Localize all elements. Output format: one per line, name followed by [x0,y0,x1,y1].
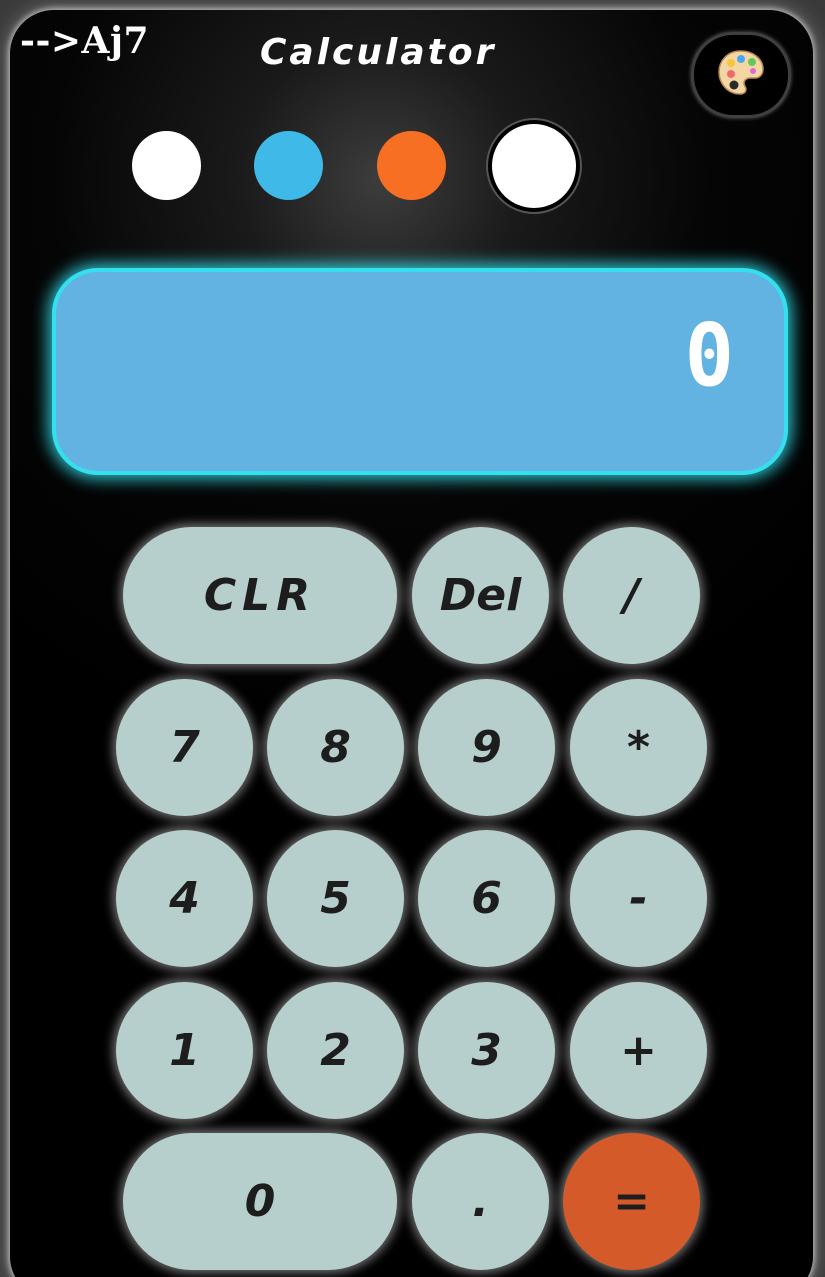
digit-0-label: 0 [244,1176,276,1227]
clear-button-label: CLR [203,570,317,621]
subtract-button[interactable]: - [570,830,707,967]
divide-button[interactable]: / [563,527,700,664]
app-title: Calculator [260,32,497,73]
decimal-button-label: . [472,1176,489,1227]
digit-3-label: 3 [471,1025,502,1076]
calculator-frame: -->Aj7 Calculator 0 CLR Del / 7 8 9 * 4 … [10,10,813,1277]
digit-8-label: 8 [320,722,351,773]
brand-text: -->Aj7 [20,20,150,62]
digit-3-button[interactable]: 3 [418,982,555,1119]
theme-swatch-blue[interactable] [254,131,323,200]
digit-5-label: 5 [320,873,351,924]
digit-0-button[interactable]: 0 [123,1133,397,1270]
theme-swatch-white[interactable] [132,131,201,200]
digit-1-label: 1 [169,1025,200,1076]
delete-button-label: Del [439,570,522,621]
divide-button-label: / [623,570,640,621]
digit-2-button[interactable]: 2 [267,982,404,1119]
palette-icon [715,47,767,103]
digit-2-label: 2 [320,1025,351,1076]
digit-9-label: 9 [471,722,502,773]
equals-button[interactable]: = [563,1133,700,1270]
subtract-button-label: - [629,873,648,924]
digit-7-button[interactable]: 7 [116,679,253,816]
digit-4-button[interactable]: 4 [116,830,253,967]
delete-button[interactable]: Del [412,527,549,664]
digit-6-label: 6 [471,873,502,924]
multiply-button[interactable]: * [570,679,707,816]
theme-swatch-white-selected[interactable] [488,120,580,212]
digit-4-label: 4 [169,873,200,924]
digit-7-label: 7 [169,722,200,773]
equals-button-label: = [613,1176,650,1227]
digit-8-button[interactable]: 8 [267,679,404,816]
digit-1-button[interactable]: 1 [116,982,253,1119]
decimal-button[interactable]: . [412,1133,549,1270]
digit-6-button[interactable]: 6 [418,830,555,967]
theme-toggle-button[interactable] [691,32,791,118]
calculator-display: 0 [52,268,788,475]
add-button-label: + [620,1025,657,1076]
digit-5-button[interactable]: 5 [267,830,404,967]
theme-swatch-orange[interactable] [377,131,446,200]
digit-9-button[interactable]: 9 [418,679,555,816]
clear-button[interactable]: CLR [123,527,397,664]
add-button[interactable]: + [570,982,707,1119]
display-value: 0 [684,306,734,407]
multiply-button-label: * [626,722,650,773]
